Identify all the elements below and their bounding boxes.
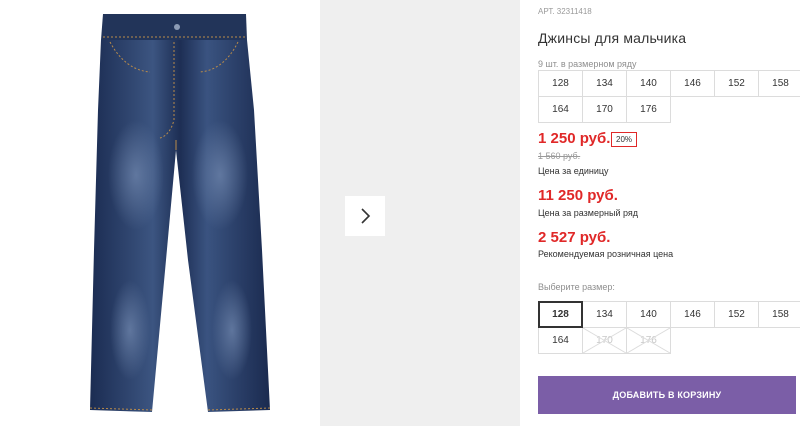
discount-badge: 20% — [611, 132, 638, 147]
size-range-grid: 128 134 140 146 152 158 164 170 176 — [538, 70, 800, 123]
range-size-cell: 158 — [758, 70, 800, 97]
product-info: АРТ. 32311418 Джинсы для мальчика 9 шт. … — [538, 0, 800, 426]
range-size-cell: 128 — [538, 70, 583, 97]
range-size-cell: 164 — [538, 96, 583, 123]
product-title: Джинсы для мальчика — [538, 30, 687, 46]
unit-price-label: Цена за единицу — [538, 166, 609, 176]
unit-price: 1 250 руб. — [538, 130, 611, 147]
range-size-cell: 134 — [582, 70, 627, 97]
size-option[interactable]: 158 — [758, 301, 800, 328]
range-size-cell: 170 — [582, 96, 627, 123]
range-size-cell: 146 — [670, 70, 715, 97]
size-option[interactable]: 164 — [538, 327, 583, 354]
old-price: 1 560 руб. — [538, 151, 581, 161]
product-photo[interactable] — [0, 0, 320, 426]
unavailable-cross-icon — [627, 328, 670, 353]
range-size-cell: 140 — [626, 70, 671, 97]
choose-size-label: Выберите размер: — [538, 282, 615, 292]
range-size-cell: 176 — [626, 96, 671, 123]
range-size-cell: 152 — [714, 70, 759, 97]
retail-price-label: Рекомендуемая розничная цена — [538, 249, 674, 259]
article-number: АРТ. 32311418 — [538, 7, 592, 16]
size-selector: 128 134 140 146 152 158 164 170 176 — [538, 301, 800, 354]
chevron-right-icon — [361, 208, 371, 224]
product-gallery — [0, 0, 520, 426]
range-price-label: Цена за размерный ряд — [538, 208, 639, 218]
jeans-image — [89, 14, 271, 412]
size-option[interactable]: 152 — [714, 301, 759, 328]
size-option-selected[interactable]: 128 — [538, 301, 583, 328]
retail-price: 2 527 руб. — [538, 229, 611, 246]
size-option[interactable]: 140 — [626, 301, 671, 328]
size-option-unavailable: 176 — [626, 327, 671, 354]
range-price: 11 250 руб. — [538, 187, 618, 204]
unavailable-cross-icon — [583, 328, 626, 353]
size-option-unavailable: 170 — [582, 327, 627, 354]
add-to-cart-button[interactable]: ДОБАВИТЬ В КОРЗИНУ — [538, 376, 796, 414]
size-option[interactable]: 134 — [582, 301, 627, 328]
next-image-button[interactable] — [345, 196, 385, 236]
size-range-note: 9 шт. в размерном ряду — [538, 59, 637, 69]
size-option[interactable]: 146 — [670, 301, 715, 328]
